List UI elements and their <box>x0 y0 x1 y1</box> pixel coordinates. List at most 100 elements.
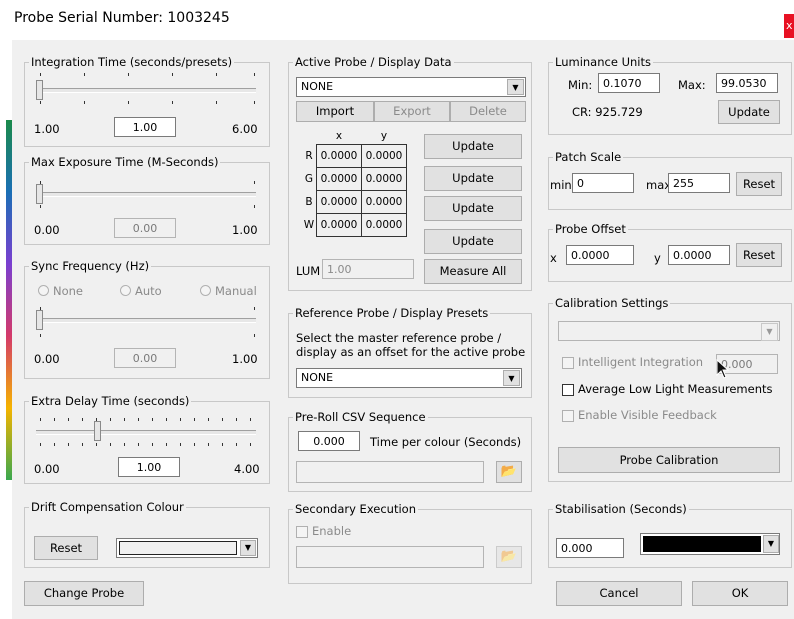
patch-max-input[interactable]: 255 <box>668 173 730 193</box>
tick-mark <box>124 443 125 446</box>
tick-mark <box>40 443 41 446</box>
reference-probe-dropdown[interactable]: NONE ▼ <box>296 368 522 388</box>
offset-x-input[interactable]: 0.0000 <box>566 245 634 265</box>
luminance-min-input[interactable]: 0.1070 <box>598 73 660 93</box>
tick-mark <box>172 101 173 104</box>
chevron-down-icon[interactable]: ▼ <box>763 535 779 553</box>
delay-slider-thumb[interactable] <box>94 421 101 441</box>
integration-slider-thumb[interactable] <box>36 80 43 100</box>
preroll-time-label: Time per colour (Seconds) <box>370 435 522 449</box>
background-window-edge <box>0 40 12 619</box>
import-button[interactable]: Import <box>296 101 374 122</box>
folder-open-icon[interactable]: 📂 <box>496 461 522 483</box>
luminance-update-button[interactable]: Update <box>718 100 780 124</box>
ok-button[interactable]: OK <box>692 581 788 606</box>
sync-radio-manual: Manual <box>200 284 257 298</box>
tick-mark <box>40 205 41 208</box>
delay-slider-track[interactable] <box>36 430 256 435</box>
tick-mark <box>166 418 167 421</box>
cell-x[interactable]: 0.0000 <box>316 213 362 237</box>
chevron-down-icon[interactable]: ▼ <box>507 79 524 95</box>
row-label: B <box>305 196 313 208</box>
cell-x[interactable]: 0.0000 <box>316 144 362 168</box>
update-r-button[interactable]: Update <box>424 134 522 159</box>
update-w-button[interactable]: Update <box>424 229 522 254</box>
tick-mark <box>222 443 223 446</box>
drift-colour-select[interactable]: ▼ <box>116 538 258 558</box>
average-low-light-label: Average Low Light Measurements <box>578 382 773 396</box>
tick-mark <box>236 418 237 421</box>
exposure-slider-track[interactable] <box>36 192 256 197</box>
sync-slider-track <box>36 318 256 323</box>
chevron-down-icon[interactable]: ▼ <box>503 370 520 386</box>
drift-reset-button[interactable]: Reset <box>34 536 98 560</box>
preroll-legend: Pre-Roll CSV Sequence <box>295 410 426 424</box>
cell-x[interactable]: 0.0000 <box>316 190 362 214</box>
sync-radio-none: None <box>38 284 83 298</box>
offset-y-input[interactable]: 0.0000 <box>668 245 730 265</box>
stabilisation-colour-select[interactable]: ▼ <box>640 533 780 555</box>
measure-all-button[interactable]: Measure All <box>424 259 522 284</box>
calibration-type-dropdown: ▼ <box>558 321 780 341</box>
reference-description-line2: display as an offset for the active prob… <box>296 345 526 359</box>
tick-mark <box>110 418 111 421</box>
tick-mark <box>54 443 55 446</box>
exposure-value-input: 0.00 <box>114 218 176 238</box>
exposure-slider-thumb[interactable] <box>36 184 43 204</box>
integration-value-input[interactable]: 1.00 <box>114 117 176 137</box>
average-low-light-checkbox[interactable] <box>562 384 574 396</box>
active-probe-dropdown[interactable]: NONE ▼ <box>296 77 526 97</box>
delay-max-label: 4.00 <box>234 462 260 476</box>
chromaticity-table: xy R 0.0000 0.0000 G 0.0000 0.0000 B 0.0000 0.… <box>302 128 407 237</box>
patch-min-input[interactable]: 0 <box>572 173 634 193</box>
update-g-button[interactable]: Update <box>424 166 522 191</box>
offset-reset-button[interactable]: Reset <box>736 243 782 267</box>
chevron-down-icon[interactable]: ▼ <box>240 540 256 556</box>
cell-y[interactable]: 0.0000 <box>361 190 407 214</box>
tick-mark <box>216 101 217 104</box>
cell-y[interactable]: 0.0000 <box>361 213 407 237</box>
cancel-button[interactable]: Cancel <box>556 581 682 606</box>
patch-reset-button[interactable]: Reset <box>736 172 782 196</box>
tick-mark <box>82 418 83 421</box>
cell-y[interactable]: 0.0000 <box>361 144 407 168</box>
delay-value-input[interactable]: 1.00 <box>118 457 180 477</box>
change-probe-button[interactable]: Change Probe <box>24 581 144 606</box>
active-probe-selected: NONE <box>301 80 334 93</box>
sync-min-label: 0.00 <box>34 352 60 366</box>
secondary-enable-checkbox <box>296 526 308 538</box>
sync-value-input: 0.00 <box>114 348 176 368</box>
tick-mark <box>254 73 255 76</box>
preroll-time-input[interactable]: 0.000 <box>298 431 360 451</box>
integration-slider-track[interactable] <box>36 88 256 93</box>
tick-mark <box>124 418 125 421</box>
luminance-max-input[interactable]: 99.0530 <box>716 73 778 93</box>
sync-manual-label: Manual <box>215 284 257 298</box>
tick-mark <box>216 73 217 76</box>
tick-mark <box>96 443 97 446</box>
close-button[interactable]: x <box>784 14 794 38</box>
column-header-y: y <box>380 130 388 142</box>
tick-mark <box>254 101 255 104</box>
probe-calibration-button[interactable]: Probe Calibration <box>558 447 780 473</box>
drift-colour-swatch <box>119 541 237 555</box>
tick-mark <box>40 418 41 421</box>
integration-min-label: 1.00 <box>34 122 60 136</box>
column-header-x: x <box>335 130 343 142</box>
chevron-down-icon: ▼ <box>761 323 778 341</box>
cell-y[interactable]: 0.0000 <box>361 167 407 191</box>
tick-mark <box>138 418 139 421</box>
luminance-max-label: Max: <box>678 78 706 92</box>
sync-none-label: None <box>53 284 84 298</box>
update-b-button[interactable]: Update <box>424 196 522 221</box>
sync-max-label: 1.00 <box>232 352 258 366</box>
secondary-execution-legend: Secondary Execution <box>295 502 416 516</box>
tick-mark <box>96 418 97 421</box>
cell-x[interactable]: 0.0000 <box>316 167 362 191</box>
stabilisation-legend: Stabilisation (Seconds) <box>555 502 687 516</box>
intelligent-integration-label: Intelligent Integration <box>578 355 704 369</box>
tick-mark <box>194 418 195 421</box>
secondary-enable-label: Enable <box>312 524 352 538</box>
stabilisation-input[interactable]: 0.000 <box>556 538 624 558</box>
visible-feedback-checkbox <box>562 410 574 422</box>
